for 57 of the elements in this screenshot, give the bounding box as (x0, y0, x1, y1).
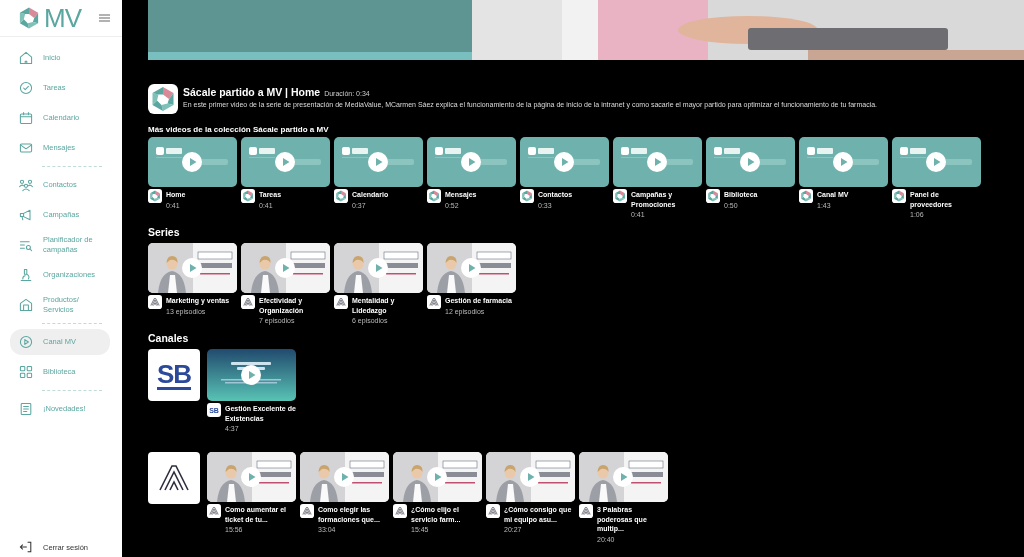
play-icon (833, 152, 853, 172)
logo-icon (393, 504, 407, 518)
play-icon (182, 152, 202, 172)
logo-text: MV (44, 5, 81, 31)
microscope-icon (18, 267, 34, 283)
logo-icon (241, 295, 255, 309)
play-icon (241, 365, 261, 385)
section-heading: Canales (148, 332, 190, 344)
play-icon (647, 152, 667, 172)
video-title: Sácale partido a MV | Home (183, 86, 321, 98)
logo-icon (579, 504, 593, 518)
check-circle-icon (18, 80, 34, 96)
logo-icon (148, 84, 178, 114)
logo-icon (334, 295, 348, 309)
play-icon (275, 152, 295, 172)
play-icon (926, 152, 946, 172)
play-icon (368, 258, 388, 278)
logo-icon (486, 504, 500, 518)
play-icon (368, 152, 388, 172)
play-icon (554, 152, 574, 172)
play-icon (334, 467, 354, 487)
play-icon (182, 258, 202, 278)
newspaper-icon (18, 401, 34, 417)
channel-logo[interactable] (148, 452, 200, 504)
store-icon (18, 297, 34, 313)
section-heading: Más videos de la colección Sácale partido a MV (148, 125, 330, 134)
logo-icon (706, 189, 720, 203)
envelope-icon (18, 140, 34, 156)
calendar-icon (18, 110, 34, 126)
megaphone-icon (18, 207, 34, 223)
logo-icon (427, 189, 441, 203)
logout-icon (18, 539, 34, 555)
logo-icon (613, 189, 627, 203)
play-icon (275, 258, 295, 278)
logo-icon (799, 189, 813, 203)
logo-icon (300, 504, 314, 518)
play-circle-icon (18, 334, 34, 350)
play-icon (613, 467, 633, 487)
logo-icon (148, 189, 162, 203)
play-icon (461, 258, 481, 278)
logo-icon (892, 189, 906, 203)
play-icon (241, 467, 261, 487)
logo-icon (241, 189, 255, 203)
logo-icon (427, 295, 441, 309)
logo-icon (148, 295, 162, 309)
people-icon (18, 177, 34, 193)
play-icon (461, 152, 481, 172)
play-icon (427, 467, 447, 487)
home-icon (18, 50, 34, 66)
logo-icon (207, 504, 221, 518)
play-icon (740, 152, 760, 172)
logo-icon (334, 189, 348, 203)
grid-icon (18, 364, 34, 380)
section-heading: Series (148, 226, 181, 238)
logo-icon (520, 189, 534, 203)
channel-logo[interactable]: SB (148, 349, 200, 401)
play-icon (520, 467, 540, 487)
